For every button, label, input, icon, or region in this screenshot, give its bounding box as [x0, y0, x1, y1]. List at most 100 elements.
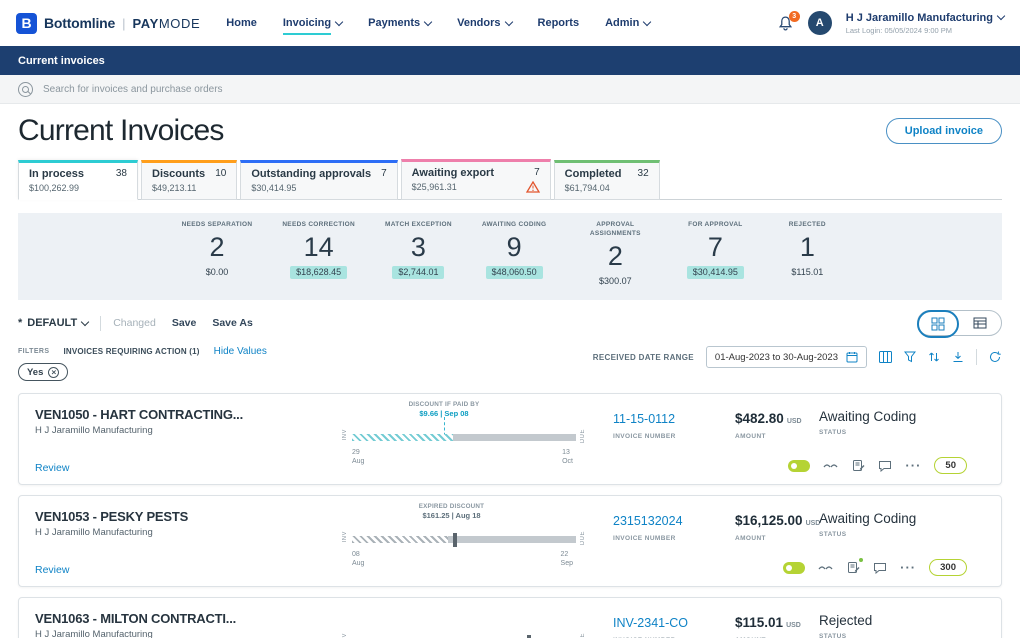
tab-amount: $61,794.04: [565, 183, 622, 193]
nav-reports[interactable]: Reports: [538, 11, 580, 35]
line-count-badge[interactable]: 300: [929, 559, 967, 576]
tab-in-process[interactable]: In process $100,262.99 38: [18, 160, 138, 200]
summary-needs-separation[interactable]: NEEDS SEPARATION 2 $0.00: [182, 221, 253, 280]
avatar[interactable]: A: [808, 11, 832, 35]
brand-name: Bottomline: [44, 15, 115, 31]
match-icon[interactable]: [818, 563, 834, 573]
tab-discounts[interactable]: Discounts $49,213.11 10: [141, 160, 237, 200]
vendor-name: VEN1053 - PESKY PESTS: [35, 509, 188, 524]
bottomline-logo-icon: B: [16, 13, 37, 34]
filter-button[interactable]: [904, 351, 916, 363]
table-view-button[interactable]: [959, 311, 1001, 335]
more-options-icon[interactable]: [905, 458, 921, 473]
tab-count: 32: [638, 168, 649, 179]
comment-icon[interactable]: [878, 460, 892, 472]
warning-icon: [526, 181, 540, 193]
review-link[interactable]: Review: [35, 462, 69, 474]
refresh-icon: [989, 351, 1002, 363]
table-view-icon: [973, 316, 987, 330]
topbar-right: 3 A H J Jaramillo Manufacturing Last Log…: [777, 11, 1004, 35]
timeline-note-label: EXPIRED DISCOUNT: [392, 503, 512, 510]
green-indicator-badge[interactable]: [788, 460, 810, 472]
document-edit-icon[interactable]: [847, 561, 860, 574]
upload-invoice-button[interactable]: Upload invoice: [886, 118, 1002, 144]
summary-amount: $300.07: [593, 275, 638, 288]
summary-count: 9: [482, 233, 546, 263]
nav-reports-label: Reports: [538, 17, 580, 29]
document-edit-icon[interactable]: [852, 459, 865, 472]
brand-logo[interactable]: B Bottomline | PAYMODE: [16, 13, 200, 34]
summary-rejected[interactable]: REJECTED 1 $115.01: [776, 221, 838, 280]
date-range-input[interactable]: 01-Aug-2023 to 30-Aug-2023: [706, 346, 867, 368]
chevron-down-icon: [335, 17, 343, 25]
invoice-number-link[interactable]: 2315132024: [613, 514, 683, 528]
nav-home[interactable]: Home: [226, 11, 257, 35]
summary-amount: $18,628.45: [290, 266, 347, 279]
account-name: H J Jaramillo Manufacturing: [846, 12, 993, 24]
review-link[interactable]: Review: [35, 564, 69, 576]
invoice-number-link[interactable]: INV-2341-CO: [613, 616, 688, 630]
nav-admin-label: Admin: [605, 17, 639, 29]
notifications-button[interactable]: 3: [777, 15, 794, 32]
summary-count: 14: [282, 233, 355, 263]
summary-for-approval[interactable]: FOR APPROVAL 7 $30,414.95: [684, 221, 746, 280]
tab-awaiting-export[interactable]: Awaiting export $25,961.31 7: [401, 159, 551, 200]
brand-product-bold: PAY: [133, 16, 159, 31]
company-name: H J Jaramillo Manufacturing: [35, 527, 153, 538]
hide-values-link[interactable]: Hide Values: [214, 346, 267, 357]
nav-admin[interactable]: Admin: [605, 11, 650, 35]
nav-vendors[interactable]: Vendors: [457, 11, 511, 35]
chevron-down-icon: [997, 12, 1005, 20]
currency-label: USD: [787, 418, 802, 425]
top-navigation-bar: B Bottomline | PAYMODE Home Invoicing Pa…: [0, 0, 1020, 46]
funnel-icon: [904, 351, 916, 363]
sort-button[interactable]: [928, 351, 940, 363]
tab-outstanding-approvals[interactable]: Outstanding approvals $30,414.95 7: [240, 160, 397, 200]
nav-payments[interactable]: Payments: [368, 11, 431, 35]
summary-label: NEEDS SEPARATION: [182, 221, 253, 230]
summary-count: 7: [684, 233, 746, 263]
filter-chip-yes[interactable]: Yes: [18, 363, 68, 381]
summary-match-exception[interactable]: MATCH EXCEPTION 3 $2,744.01: [385, 221, 452, 280]
search-input[interactable]: [43, 84, 1002, 95]
download-button[interactable]: [952, 351, 964, 363]
refresh-button[interactable]: [989, 351, 1002, 363]
column-settings-button[interactable]: [879, 351, 892, 363]
invoice-number-link[interactable]: 11-15-0112: [613, 412, 675, 426]
timeline-bar: [352, 536, 576, 543]
remove-chip-icon[interactable]: [48, 367, 59, 378]
discount-window-segment: [352, 434, 453, 441]
save-view-button[interactable]: Save: [172, 317, 197, 329]
view-toggle-group: [917, 310, 1002, 336]
tab-completed[interactable]: Completed $61,794.04 32: [554, 160, 660, 200]
more-options-icon[interactable]: [900, 560, 916, 575]
vendor-name: VEN1063 - MILTON CONTRACTI...: [35, 611, 236, 626]
line-count-badge[interactable]: 50: [934, 457, 967, 474]
end-day: 13: [562, 448, 573, 457]
comment-icon[interactable]: [873, 562, 887, 574]
payment-timeline: EXPIRED DISCOUNT $161.25 | Aug 18 INV DU…: [339, 502, 589, 582]
timeline-note-label: DISCOUNT IF PAID BY: [384, 401, 504, 408]
view-selector-dropdown[interactable]: * DEFAULT: [18, 317, 88, 329]
nav-invoicing[interactable]: Invoicing: [283, 11, 342, 35]
summary-approval-assignments[interactable]: APPROVAL ASSIGNMENTS 2 $300.07: [576, 221, 654, 289]
summary-count: 2: [182, 233, 253, 263]
summary-label: NEEDS CORRECTION: [282, 221, 355, 230]
card-view-button[interactable]: [917, 310, 959, 338]
summary-label: MATCH EXCEPTION: [385, 221, 452, 230]
green-indicator-badge[interactable]: [783, 562, 805, 574]
invoice-number-label: INVOICE NUMBER: [613, 433, 676, 440]
summary-amount: $115.01: [785, 266, 829, 279]
save-as-view-button[interactable]: Save As: [212, 317, 252, 329]
summary-count: 3: [385, 233, 452, 263]
invoices-requiring-action-filter[interactable]: INVOICES REQUIRING ACTION (1): [63, 347, 199, 356]
account-menu[interactable]: H J Jaramillo Manufacturing Last Login: …: [846, 12, 1004, 35]
invoice-number-label: INVOICE NUMBER: [613, 535, 683, 542]
match-icon[interactable]: [823, 461, 839, 471]
summary-needs-correction[interactable]: NEEDS CORRECTION 14 $18,628.45: [282, 221, 355, 280]
summary-awaiting-coding[interactable]: AWAITING CODING 9 $48,060.50: [482, 221, 546, 280]
summary-label: APPROVAL ASSIGNMENTS: [576, 221, 654, 239]
tab-amount: $100,262.99: [29, 183, 84, 193]
section-title-bar: Current invoices: [0, 46, 1020, 75]
columns-icon: [879, 351, 892, 363]
